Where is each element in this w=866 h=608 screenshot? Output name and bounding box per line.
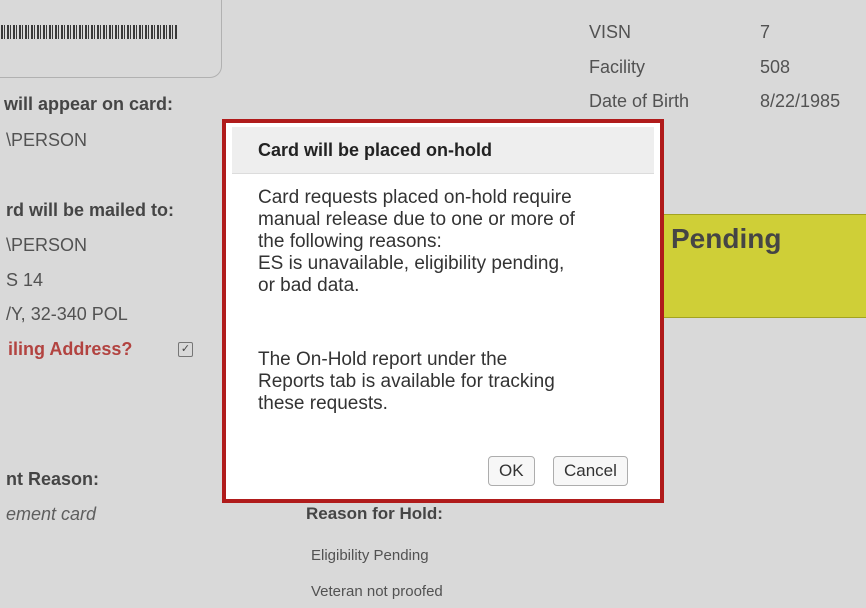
ok-button[interactable]: OK	[488, 456, 535, 486]
dialog-info-paragraph: The On-Hold report under the Reports tab…	[258, 349, 653, 415]
dialog-text-line: Card requests placed on-hold require	[258, 187, 572, 208]
dialog-text-line: these requests.	[258, 393, 388, 414]
cancel-button[interactable]: Cancel	[553, 456, 628, 486]
dialog-text-line: Reports tab is available for tracking	[258, 371, 555, 392]
dialog-text-line: The On-Hold report under the	[258, 349, 508, 370]
dialog-text-line: or bad data.	[258, 275, 360, 296]
dialog-text-line: manual release due to one or more of	[258, 209, 575, 230]
dialog-text-line: the following reasons:	[258, 231, 442, 252]
dialog-header: Card will be placed on-hold	[232, 127, 654, 174]
on-hold-dialog: Card will be placed on-hold Card request…	[222, 119, 664, 503]
dialog-text-line: ES is unavailable, eligibility pending,	[258, 253, 565, 274]
dialog-message-paragraph: Card requests placed on-hold require man…	[258, 187, 653, 297]
dialog-title: Card will be placed on-hold	[258, 140, 493, 160]
